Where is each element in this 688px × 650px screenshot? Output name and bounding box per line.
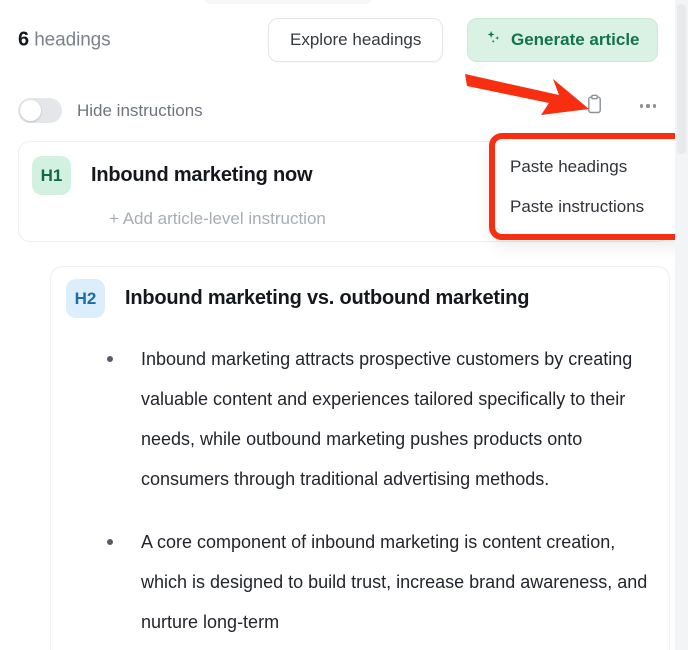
clipboard-icon <box>585 94 604 118</box>
h1-title[interactable]: Inbound marketing now <box>91 164 313 187</box>
h1-level-badge: H1 <box>32 156 71 195</box>
list-item[interactable]: A core component of inbound marketing is… <box>95 522 655 642</box>
vertical-scrollbar[interactable] <box>675 0 688 650</box>
header-row: 6 headings Explore headings Generate art… <box>0 16 688 64</box>
h2-level-badge: H2 <box>66 279 105 318</box>
headings-count-number: 6 <box>18 28 30 51</box>
h2-heading-card[interactable]: H2 Inbound marketing vs. outbound market… <box>50 266 670 650</box>
hide-instructions-row: Hide instructions <box>18 98 203 123</box>
list-item[interactable]: Inbound marketing attracts prospective c… <box>95 339 655 499</box>
paste-dropdown-menu: Paste headings Paste instructions <box>493 136 688 238</box>
top-partial-panel <box>204 0 372 4</box>
h2-title[interactable]: Inbound marketing vs. outbound marketing <box>125 287 529 310</box>
headings-count-label: headings <box>34 29 111 51</box>
h2-header: H2 Inbound marketing vs. outbound market… <box>66 279 529 318</box>
more-options-button[interactable] <box>634 92 662 120</box>
add-article-level-instruction-button[interactable]: + Add article-level instruction <box>109 209 326 229</box>
toggle-knob <box>20 100 41 121</box>
clipboard-icon-button[interactable] <box>580 92 608 120</box>
generate-article-button[interactable]: Generate article <box>467 18 658 62</box>
hide-instructions-label: Hide instructions <box>77 100 203 120</box>
menu-item-paste-instructions[interactable]: Paste instructions <box>494 187 688 227</box>
sparkles-icon <box>485 29 502 51</box>
explore-headings-button[interactable]: Explore headings <box>268 18 444 62</box>
hide-instructions-toggle[interactable] <box>18 98 62 123</box>
menu-item-paste-headings[interactable]: Paste headings <box>494 147 688 187</box>
red-arrow-annotation <box>463 68 593 129</box>
h2-bullet-list: Inbound marketing attracts prospective c… <box>95 339 655 650</box>
scrollbar-thumb[interactable] <box>677 4 686 154</box>
more-horizontal-icon <box>639 104 657 108</box>
generate-article-label: Generate article <box>511 30 640 49</box>
h1-header: H1 Inbound marketing now <box>32 156 313 195</box>
headings-count: 6 headings <box>18 29 111 52</box>
